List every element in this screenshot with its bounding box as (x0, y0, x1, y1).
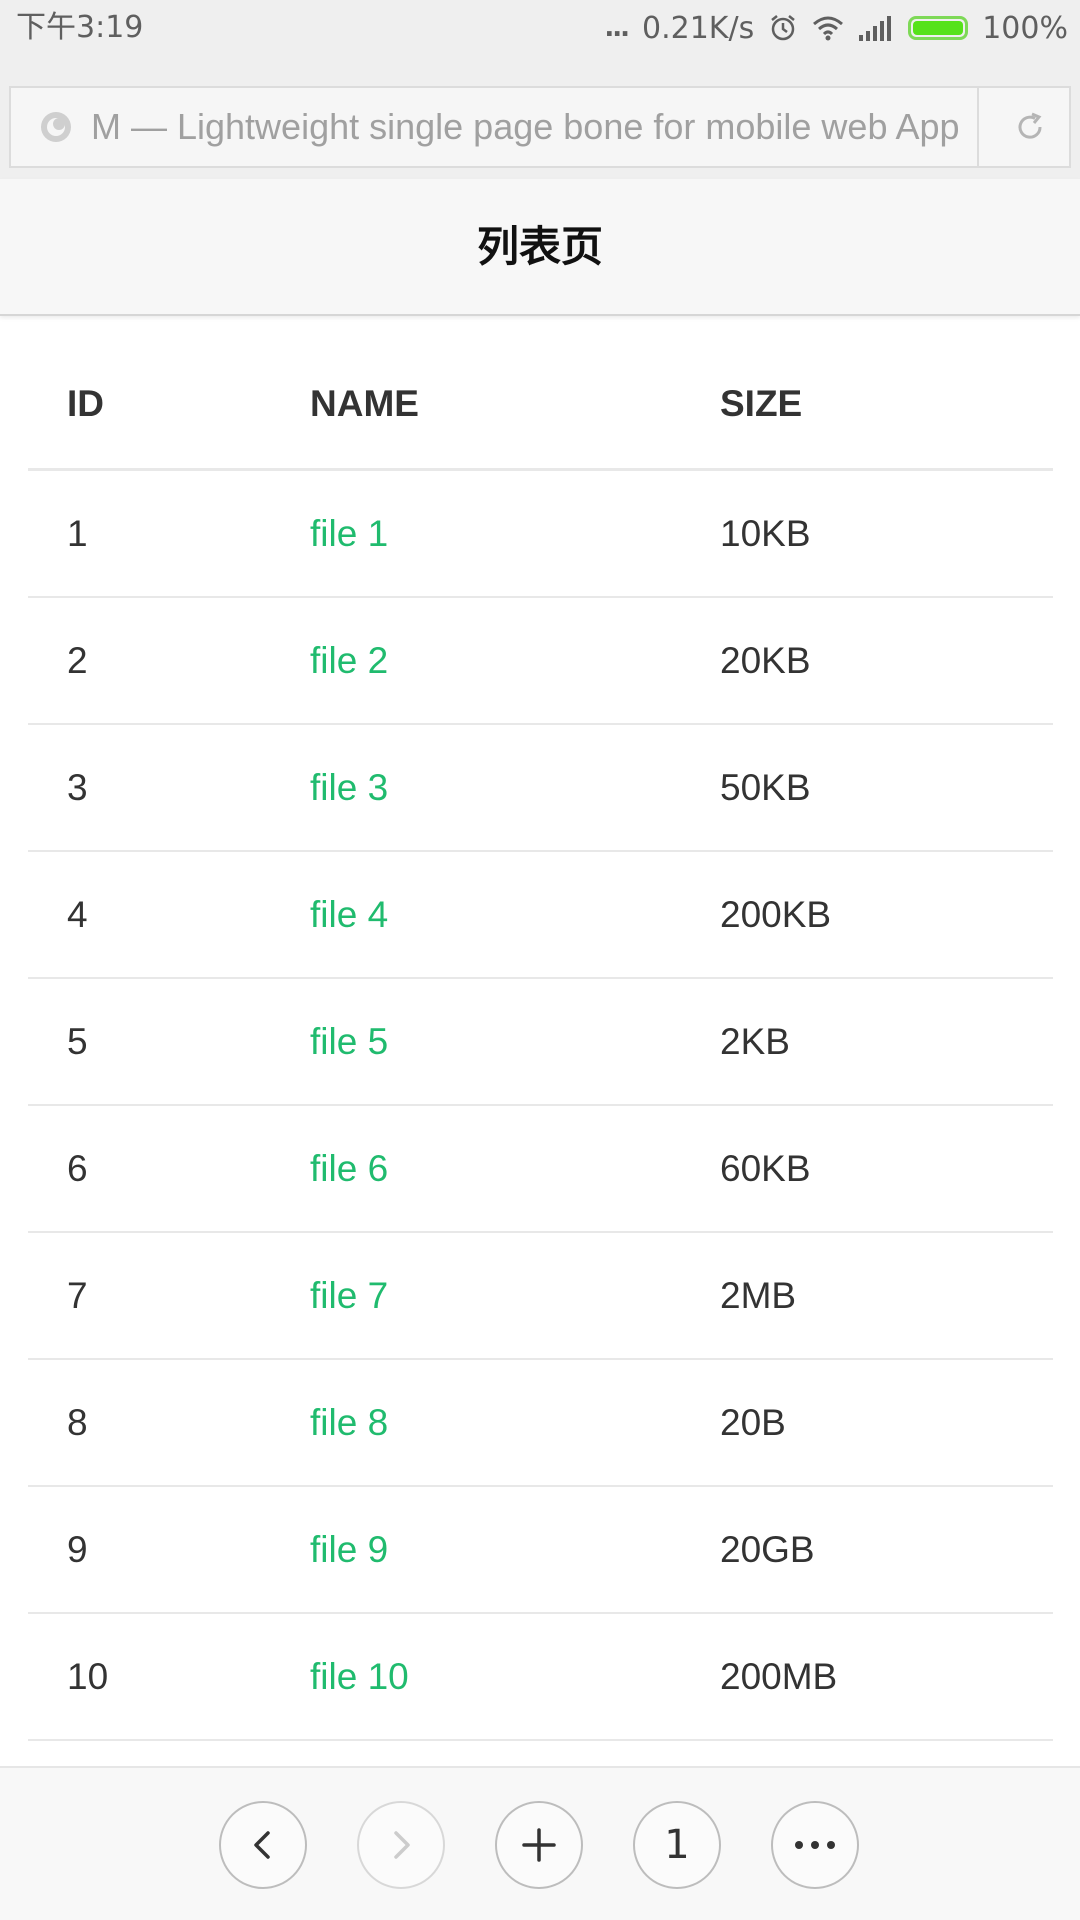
cell-id: 3 (28, 724, 310, 852)
cell-size: 50KB (720, 724, 1053, 852)
page-title: 列表页 (476, 222, 603, 271)
back-icon (254, 1831, 270, 1859)
cell-size: 60KB (720, 1105, 1053, 1233)
more-icon (795, 1841, 835, 1849)
battery-percent: 100% (982, 10, 1068, 46)
cell-id: 4 (28, 851, 310, 979)
battery-icon (908, 16, 969, 40)
cell-size: 20GB (720, 1486, 1053, 1614)
site-icon (39, 110, 73, 144)
cell-size: 20B (720, 1359, 1053, 1487)
cell-size: 10KB (720, 469, 1053, 598)
new-tab-button[interactable] (495, 1801, 583, 1889)
header-id: ID (28, 340, 310, 471)
menu-button[interactable] (771, 1801, 859, 1889)
table-row: 8 file 8 20B (28, 1359, 1053, 1487)
table-row: 5 file 5 2KB (28, 978, 1053, 1106)
tab-count: 1 (664, 1822, 690, 1868)
cell-id: 8 (28, 1359, 310, 1487)
cell-name: file 9 (310, 1486, 720, 1614)
plus-icon (522, 1828, 556, 1862)
browser-address-bar: M — Lightweight single page bone for mob… (0, 57, 1080, 179)
cell-id: 2 (28, 597, 310, 725)
cell-id: 9 (28, 1486, 310, 1614)
forward-icon (394, 1831, 410, 1859)
table-row: 2 file 2 20KB (28, 597, 1053, 725)
header-name: NAME (310, 340, 720, 471)
file-link[interactable]: file 6 (310, 1148, 388, 1189)
table-row: 9 file 9 20GB (28, 1486, 1053, 1614)
cell-name: file 7 (310, 1232, 720, 1360)
cell-size: 2MB (720, 1232, 1053, 1360)
status-indicators: ... 0.21K/s 100% (604, 8, 1068, 48)
cell-name: file 10 (310, 1613, 720, 1741)
address-divider (977, 88, 979, 166)
page-header: 列表页 (0, 179, 1080, 316)
file-link[interactable]: file 1 (310, 513, 388, 554)
header-size: SIZE (720, 340, 1053, 471)
status-time: 下午3:19 (16, 10, 144, 45)
network-speed: 0.21K/s (642, 10, 755, 46)
back-button[interactable] (219, 1801, 307, 1889)
cell-id: 6 (28, 1105, 310, 1233)
file-link[interactable]: file 9 (310, 1529, 388, 1570)
file-link[interactable]: file 10 (310, 1656, 409, 1697)
cell-id: 5 (28, 978, 310, 1106)
signal-icon (858, 15, 894, 41)
file-link[interactable]: file 4 (310, 894, 388, 935)
cell-size: 2KB (720, 978, 1053, 1106)
reload-icon[interactable] (1013, 110, 1047, 144)
table-row: 7 file 7 2MB (28, 1232, 1053, 1360)
table-row: 4 file 4 200KB (28, 851, 1053, 979)
cell-name: file 1 (310, 469, 720, 598)
browser-toolbar: 1 (0, 1766, 1080, 1920)
table-row: 3 file 3 50KB (28, 724, 1053, 852)
cell-id: 7 (28, 1232, 310, 1360)
table-row: 6 file 6 60KB (28, 1105, 1053, 1233)
file-link[interactable]: file 5 (310, 1021, 388, 1062)
cell-name: file 3 (310, 724, 720, 852)
cell-size: 20KB (720, 597, 1053, 725)
file-link[interactable]: file 8 (310, 1402, 388, 1443)
cell-name: file 4 (310, 851, 720, 979)
cell-size: 200MB (720, 1613, 1053, 1741)
tabs-button[interactable]: 1 (633, 1801, 721, 1889)
alarm-icon (768, 13, 798, 43)
cell-id: 1 (28, 469, 310, 598)
forward-button[interactable] (357, 1801, 445, 1889)
cell-name: file 2 (310, 597, 720, 725)
table-header-row: ID NAME SIZE (28, 340, 1053, 471)
table-row: 10 file 10 200MB (28, 1613, 1053, 1741)
file-link[interactable]: file 3 (310, 767, 388, 808)
url-text[interactable]: M — Lightweight single page bone for mob… (91, 106, 961, 148)
cell-name: file 6 (310, 1105, 720, 1233)
file-link[interactable]: file 2 (310, 640, 388, 681)
cell-id: 10 (28, 1613, 310, 1741)
cell-name: file 5 (310, 978, 720, 1106)
status-bar: 下午3:19 ... 0.21K/s 100% (0, 0, 1080, 57)
notification-dots: ... (604, 13, 630, 43)
table-row: 1 file 1 10KB (28, 469, 1053, 598)
file-table: ID NAME SIZE 1 file 1 10KB 2 file 2 20KB… (28, 340, 1053, 1741)
url-field[interactable]: M — Lightweight single page bone for mob… (9, 86, 1071, 168)
cell-name: file 8 (310, 1359, 720, 1487)
file-link[interactable]: file 7 (310, 1275, 388, 1316)
wifi-icon (812, 14, 844, 42)
cell-size: 200KB (720, 851, 1053, 979)
